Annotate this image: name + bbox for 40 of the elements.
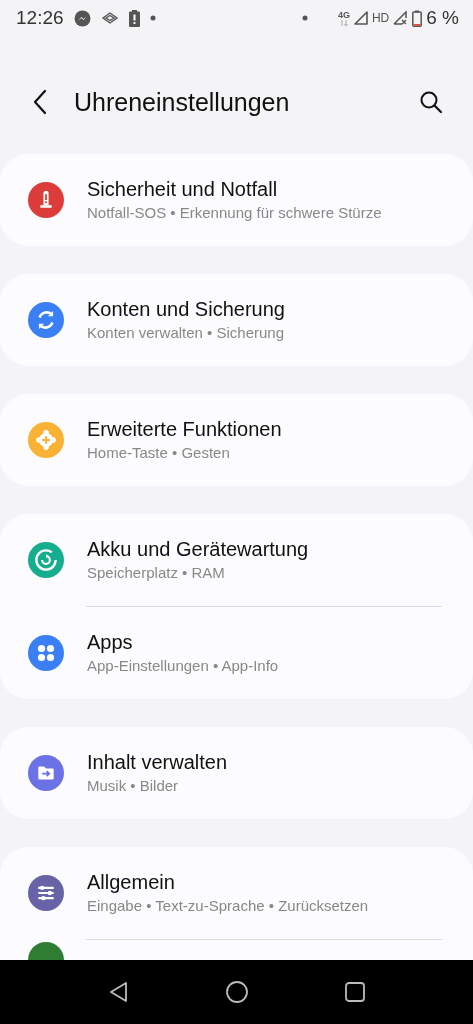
recents-nav-icon[interactable] (343, 981, 366, 1003)
battery-alert-icon (128, 9, 140, 27)
item-subtitle: Eingabe • Text-zu-Sprache • Zurücksetzen (87, 896, 369, 916)
item-title: Allgemein (87, 870, 176, 895)
settings-item[interactable]: Apps App-Einstellungen • App-Info (0, 607, 473, 699)
item-subtitle: Konten verwalten • Sicherung (87, 323, 285, 343)
battery-percent: 6 % (426, 7, 459, 29)
settings-item[interactable]: Inhalt verwalten Musik • Bilder (0, 727, 473, 819)
item-subtitle: Speicherplatz • RAM (87, 563, 226, 583)
clock-time: 12:26 (16, 7, 64, 29)
item-subtitle: Home-Taste • Gesten (87, 443, 231, 463)
data-arrows-icon (339, 19, 348, 26)
battery-low-icon (412, 9, 423, 27)
home-nav-icon[interactable] (224, 980, 249, 1004)
wireless-icon (100, 11, 119, 25)
signal-icon (353, 11, 368, 25)
item-subtitle: Notfall-SOS • Erkennung für schwere Stürze (87, 203, 382, 223)
dot-icon (149, 15, 156, 21)
no-signal-icon (393, 11, 409, 25)
settings-item[interactable]: Sicherheit und Notfall Notfall-SOS • Erkennung für schwere Stürze (0, 154, 473, 246)
item-title: Erweiterte Funktionen (87, 417, 282, 442)
hd-voice-label: HD (371, 11, 390, 25)
back-icon[interactable] (32, 89, 48, 115)
settings-item[interactable]: Akku und Gerätewartung Speicherplatz • RAM (0, 514, 473, 606)
item-title: Apps (87, 630, 134, 655)
item-title: Akku und Gerätewartung (87, 537, 309, 562)
item-subtitle: Musik • Bilder (87, 776, 180, 796)
page-title: Uhreneinstellungen (74, 87, 291, 117)
settings-item[interactable]: Erweiterte Funktionen Home-Taste • Gesten (0, 394, 473, 486)
item-title: Inhalt verwalten (87, 750, 228, 775)
item-title: Sicherheit und Notfall (87, 177, 279, 202)
network-type: 4G (337, 10, 350, 20)
settings-item[interactable]: Allgemein Eingabe • Text-zu-Sprache • Zurücksetzen (0, 847, 473, 939)
item-title: Konten und Sicherung (87, 297, 285, 322)
messenger-icon (73, 9, 91, 27)
back-nav-icon[interactable] (107, 981, 130, 1003)
settings-item[interactable]: Konten und Sicherung Konten verwalten • Sicherung (0, 274, 473, 366)
item-subtitle: App-Einstellungen • App-Info (87, 656, 279, 676)
dot-icon (301, 15, 308, 21)
search-icon[interactable] (419, 90, 443, 114)
